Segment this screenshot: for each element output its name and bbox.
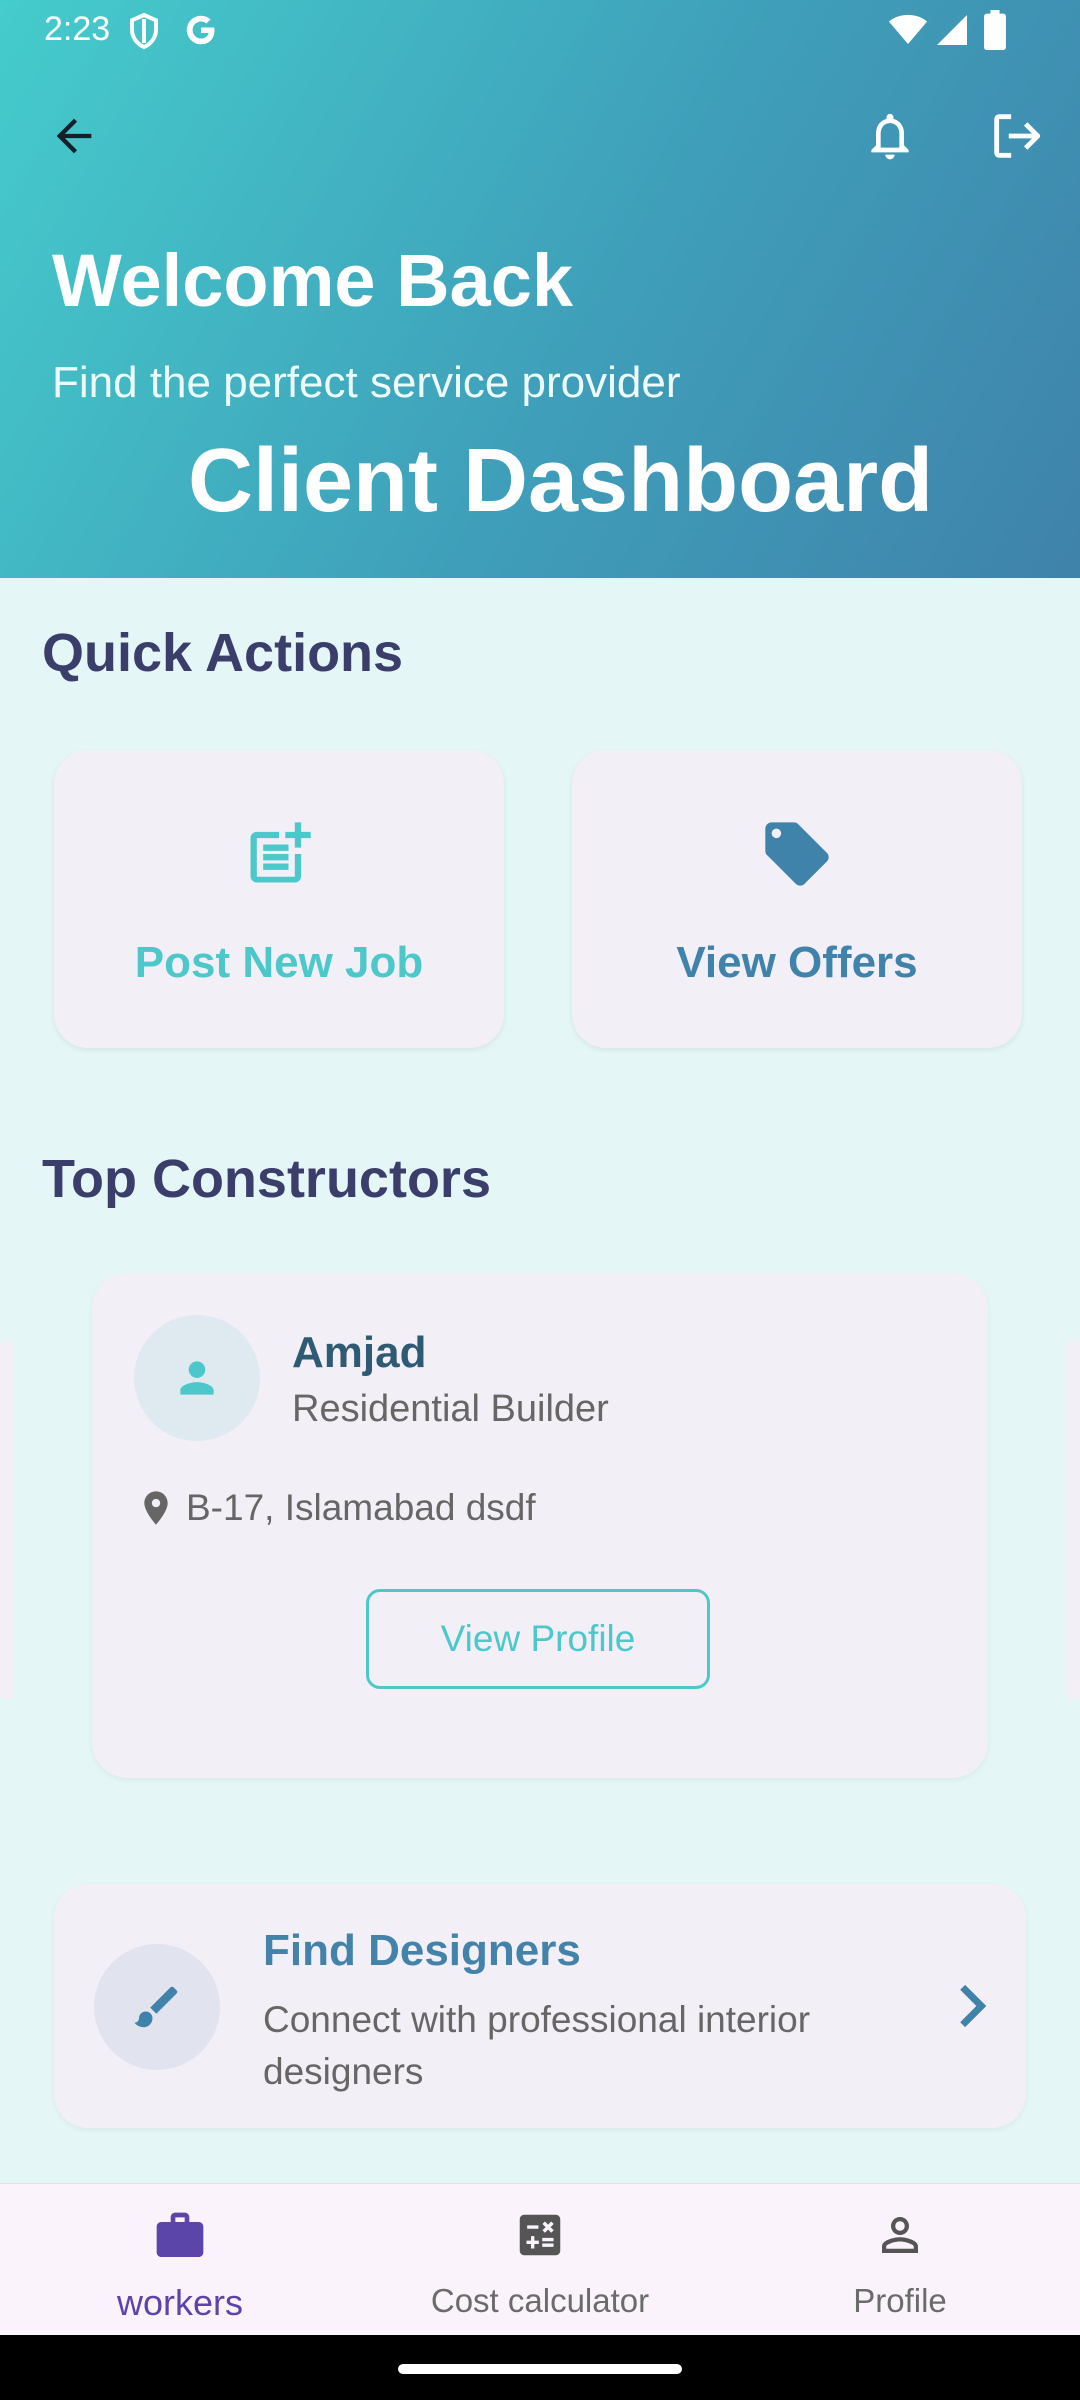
constructor-name: Amjad xyxy=(292,1328,427,1377)
calculator-icon xyxy=(519,2214,561,2256)
constructor-role: Residential Builder xyxy=(292,1388,609,1430)
dashboard-title: Client Dashboard xyxy=(188,431,934,531)
back-button[interactable] xyxy=(38,100,110,172)
nav-item-profile[interactable]: Profile xyxy=(720,2184,1080,2336)
constructor-card[interactable]: Amjad Residential Builder B-17, Islamaba… xyxy=(92,1273,988,1778)
arrow-back-icon xyxy=(56,118,92,154)
status-bar: 2:23 xyxy=(0,0,1080,64)
welcome-title: Welcome Back xyxy=(52,239,573,322)
bell-icon xyxy=(871,113,909,160)
find-designers-title: Find Designers xyxy=(263,1926,581,1975)
view-offers-label: View Offers xyxy=(676,938,918,987)
logout-button[interactable] xyxy=(980,100,1052,172)
view-profile-button[interactable]: View Profile xyxy=(366,1589,710,1689)
next-card-peek[interactable] xyxy=(1066,1340,1080,1700)
post-add-icon xyxy=(250,822,311,883)
nav-label-cost-calculator: Cost calculator xyxy=(430,2282,650,2319)
view-offers-card[interactable]: View Offers xyxy=(572,750,1022,1048)
designer-icon-badge xyxy=(94,1944,220,2070)
constructor-location: B-17, Islamabad dsdf xyxy=(186,1487,536,1528)
find-designers-card[interactable]: Find Designers Connect with professional… xyxy=(54,1884,1026,2128)
quick-actions-heading: Quick Actions xyxy=(42,623,404,683)
avatar xyxy=(134,1315,260,1441)
person-icon xyxy=(180,1361,214,1395)
briefcase-icon xyxy=(156,2212,204,2257)
battery-icon xyxy=(984,10,1006,55)
tag-icon xyxy=(765,822,829,886)
nav-item-workers[interactable]: workers xyxy=(0,2184,360,2336)
nav-item-cost-calculator[interactable]: Cost calculator xyxy=(360,2184,720,2336)
shield-icon xyxy=(128,12,160,55)
location-pin-icon xyxy=(144,1491,168,1525)
top-constructors-heading: Top Constructors xyxy=(42,1149,491,1209)
post-new-job-card[interactable]: Post New Job xyxy=(54,750,504,1048)
google-icon xyxy=(182,10,220,55)
cellular-signal-icon xyxy=(934,12,970,53)
welcome-subtitle: Find the perfect service provider xyxy=(52,358,681,407)
bottom-navigation: workers Cost calculator Profile xyxy=(0,2183,1080,2336)
header: 2:23 Welcome Back Find the perfect servi… xyxy=(0,0,1080,578)
status-time: 2:23 xyxy=(44,10,111,48)
chevron-right-icon xyxy=(960,1984,987,2028)
find-designers-description: Connect with professional interior desig… xyxy=(263,1999,811,2092)
wifi-icon xyxy=(888,12,928,51)
previous-card-peek[interactable] xyxy=(0,1340,14,1700)
post-new-job-label: Post New Job xyxy=(134,938,424,987)
brush-icon xyxy=(134,1986,178,2028)
logout-icon xyxy=(994,114,1041,158)
home-gesture-bar[interactable] xyxy=(398,2364,682,2374)
person-outline-icon xyxy=(882,2217,918,2253)
nav-label-profile: Profile xyxy=(853,2282,947,2319)
nav-label-workers: workers xyxy=(116,2282,244,2323)
notifications-button[interactable] xyxy=(854,100,926,172)
